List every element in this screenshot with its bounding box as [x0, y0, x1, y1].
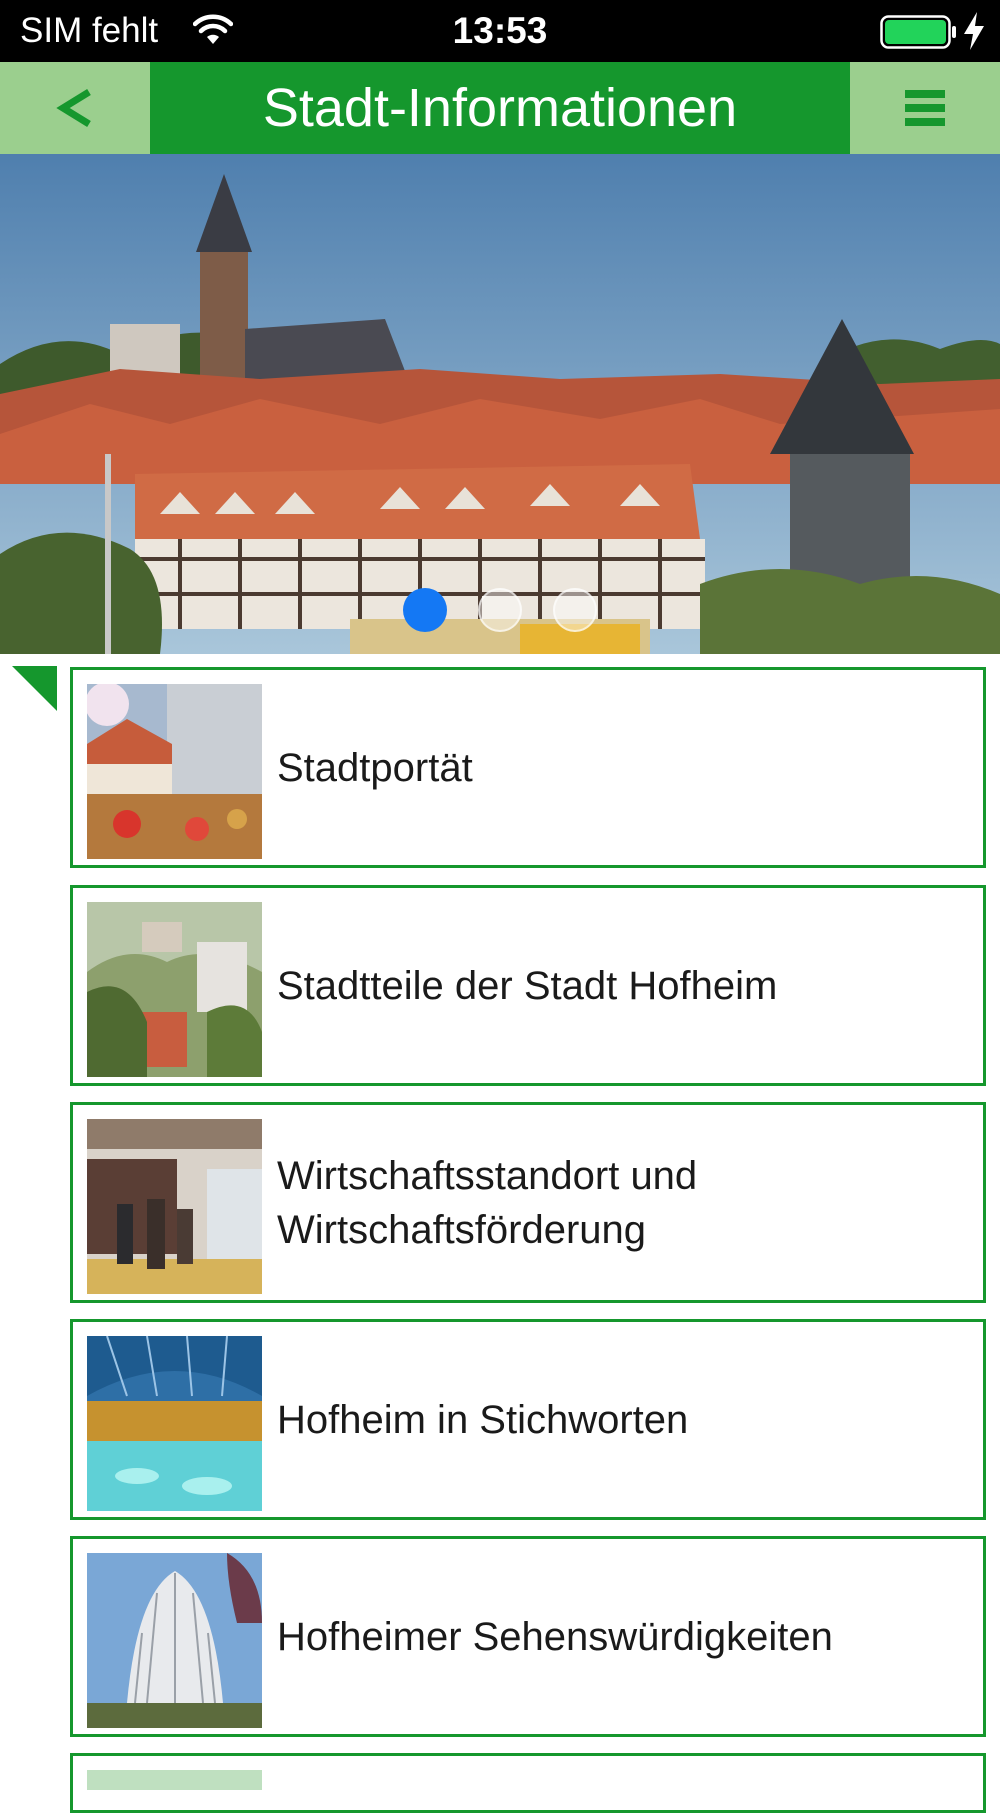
list-item-label: Wirtschaftsstandort und Wirtschaftsförde…: [277, 1153, 698, 1252]
menu-button[interactable]: [850, 62, 1000, 154]
next-thumbnail: [87, 1770, 262, 1790]
charging-bolt-icon: [964, 12, 984, 50]
list-item[interactable]: Stadtportät: [70, 667, 986, 868]
title-bar: Stadt-Informationen: [150, 62, 850, 154]
list-item[interactable]: [70, 1753, 986, 1813]
carousel-page-indicator: [0, 588, 1000, 636]
carousel-dot-3[interactable]: [553, 588, 597, 632]
list-item-label: Hofheim in Stichworten: [277, 1397, 689, 1442]
carousel-dot-1[interactable]: [403, 588, 447, 632]
list-item-label: Hofheimer Sehenswürdigkeiten: [277, 1614, 833, 1659]
list-item[interactable]: Hofheimer Sehenswürdigkeiten: [70, 1536, 986, 1737]
back-chevron-icon: [56, 89, 91, 127]
list-item-label: Stadtteile der Stadt Hofheim: [277, 963, 778, 1008]
hamburger-menu-icon: [905, 90, 945, 126]
list-item-label: Stadtportät: [277, 745, 473, 790]
navigation-bar: Stadt-Informationen: [0, 62, 1000, 154]
carousel-dot-2[interactable]: [478, 588, 522, 632]
street-cafe-thumbnail: [87, 684, 262, 859]
back-button[interactable]: [0, 62, 150, 154]
list-item[interactable]: Hofheim in Stichworten: [70, 1319, 986, 1520]
town-panorama-image: [0, 154, 1000, 654]
corner-marker-icon: [12, 666, 57, 711]
spa-pool-thumbnail: [87, 1336, 262, 1511]
list-item[interactable]: Stadtteile der Stadt Hofheim: [70, 885, 986, 1086]
battery-icon: [880, 15, 956, 49]
hero-image-carousel[interactable]: [0, 154, 1000, 654]
trade-fair-thumbnail: [87, 1119, 262, 1294]
townscape-thumbnail: [87, 902, 262, 1077]
status-bar: SIM fehlt 13:53: [0, 0, 1000, 62]
clock: 13:53: [452, 10, 548, 51]
list-item[interactable]: Wirtschaftsstandort und Wirtschaftsförde…: [70, 1102, 986, 1303]
temple-dome-thumbnail: [87, 1553, 262, 1728]
page-title: Stadt-Informationen: [262, 78, 738, 138]
